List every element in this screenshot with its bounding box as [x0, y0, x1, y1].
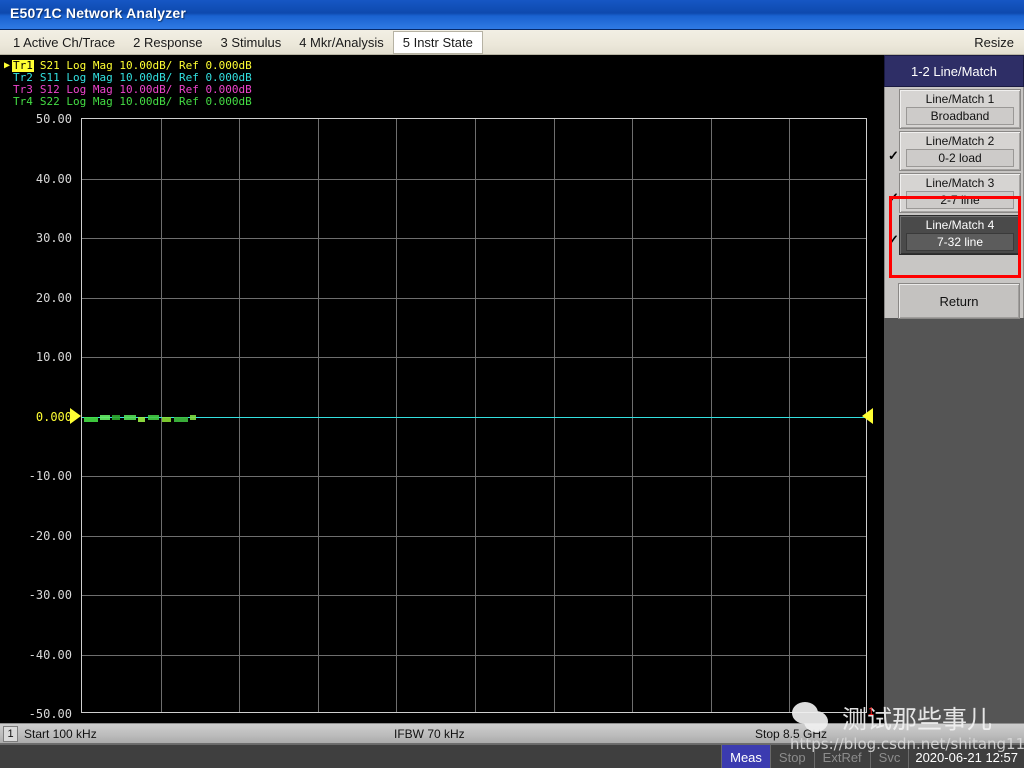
checkmark-icon: ✓: [888, 232, 899, 247]
grid-line-horizontal: [82, 298, 866, 299]
grid-line-vertical: [632, 119, 633, 712]
network-analyzer-window: E5071C Network Analyzer 1 Active Ch/Trac…: [0, 0, 1024, 768]
annotation-marker-1: 1: [868, 706, 875, 718]
softkey-button-4[interactable]: ✓ Line/Match 4 7-32 line: [888, 215, 1021, 255]
trace-noise-segment: [148, 415, 159, 420]
grid-line-vertical: [161, 119, 162, 712]
menu-item-list: 1 Active Ch/Trace 2 Response 3 Stimulus 4 M…: [4, 30, 483, 55]
measurement-screen: ▶ Tr1 S21 Log Mag 10.00dB/ Ref 0.000dB Tr2 S…: [0, 55, 884, 723]
softkey-value[interactable]: 2-7 line: [906, 191, 1014, 209]
start-frequency-label[interactable]: Start 100 kHz: [24, 727, 97, 741]
grid-line-vertical: [789, 119, 790, 712]
bottom-bar-cells: Meas Stop ExtRef Svc 2020-06-21 12:57: [721, 745, 1024, 768]
trace-legend: ▶ Tr1 S21 Log Mag 10.00dB/ Ref 0.000dB Tr2 S…: [2, 60, 872, 108]
title-bar: E5071C Network Analyzer: [0, 0, 1024, 30]
y-axis-tick-label: 0.000: [35, 409, 72, 424]
stop-frequency-label[interactable]: Stop 8.5 GHz: [755, 727, 827, 741]
menu-item-2[interactable]: 2 Response: [124, 30, 211, 55]
status-cell-svc[interactable]: Svc: [869, 745, 909, 768]
status-cell-stop[interactable]: Stop: [769, 745, 814, 768]
grid-line-horizontal: [82, 536, 866, 537]
softkey-value[interactable]: 7-32 line: [906, 233, 1014, 251]
plot-frame: [81, 118, 867, 713]
reference-marker-right[interactable]: [862, 407, 873, 424]
menu-item-1[interactable]: 1 Active Ch/Trace: [4, 30, 124, 55]
menu-item-3[interactable]: 3 Stimulus: [212, 30, 291, 55]
trace-settings-text: S22 Log Mag 10.00dB/ Ref 0.000dB: [39, 95, 252, 108]
trace-noise-segment: [174, 417, 188, 422]
y-axis-tick-label: 30.00: [35, 231, 72, 245]
softkey-label: Line/Match 3: [925, 176, 995, 190]
trace-noise-segment: [162, 417, 171, 422]
softkey-panel-title: 1-2 Line/Match: [884, 55, 1024, 87]
y-axis-tick-label: -50.00: [28, 707, 72, 721]
channel-indicator[interactable]: 1: [3, 726, 18, 742]
grid-line-vertical: [239, 119, 240, 712]
grid-line-horizontal: [82, 655, 866, 656]
trace-noise-segment: [190, 415, 196, 420]
window-title: E5071C Network Analyzer: [10, 5, 187, 21]
bottom-bar: Meas Stop ExtRef Svc 2020-06-21 12:57: [0, 744, 1024, 768]
softkey-label: Line/Match 2: [925, 134, 995, 148]
status-bar: 1 Start 100 kHz IFBW 70 kHz Stop 8.5 GHz: [0, 723, 1024, 744]
grid-line-horizontal: [82, 238, 866, 239]
grid-line-horizontal: [82, 595, 866, 596]
y-axis-tick-label: -20.00: [28, 528, 72, 543]
menu-item-5[interactable]: 5 Instr State: [392, 31, 483, 54]
trace-noise-segment: [138, 417, 145, 422]
checkmark-icon: ✓: [888, 190, 899, 205]
y-axis-tick-label: 40.00: [35, 171, 72, 186]
ifbw-label[interactable]: IFBW 70 kHz: [394, 727, 465, 741]
trace-curve: [82, 417, 866, 418]
y-axis: 50.00 40.00 30.00 20.00 10.00 0.000 -10.00 -20.…: [0, 112, 78, 721]
trace-legend-row[interactable]: Tr4 S22 Log Mag 10.00dB/ Ref 0.000dB: [2, 96, 872, 108]
status-cell-meas[interactable]: Meas: [721, 745, 770, 768]
softkey-button-1[interactable]: Line/Match 1 Broadband: [899, 89, 1021, 129]
grid-line-vertical: [318, 119, 319, 712]
y-axis-tick-label: -10.00: [28, 469, 72, 483]
softkey-value[interactable]: 0-2 load: [906, 149, 1014, 167]
resize-button[interactable]: Resize: [974, 30, 1014, 55]
grid-line-vertical: [554, 119, 555, 712]
y-axis-tick-label: -40.00: [28, 647, 72, 662]
y-axis-tick-label: 20.00: [35, 290, 72, 305]
trace-noise-segment: [112, 415, 120, 420]
grid-line-vertical: [475, 119, 476, 712]
clock-display: 2020-06-21 12:57: [908, 745, 1024, 768]
trace-tag[interactable]: Tr4: [12, 96, 34, 108]
trace-noise-segment: [100, 415, 110, 420]
softkey-label: Line/Match 1: [925, 92, 995, 106]
active-trace-arrow-icon: ▶: [3, 60, 11, 71]
softkey-button-3[interactable]: ✓ Line/Match 3 2-7 line: [888, 173, 1021, 213]
menu-item-4[interactable]: 4 Mkr/Analysis: [290, 30, 393, 55]
trace-noise-segment: [124, 415, 136, 420]
grid-line-vertical: [396, 119, 397, 712]
trace-noise-segment: [84, 417, 98, 422]
y-axis-tick-label: -30.00: [28, 588, 72, 602]
checkmark-icon: ✓: [888, 148, 899, 163]
reference-marker-left[interactable]: [70, 407, 81, 424]
grid-line-horizontal: [82, 357, 866, 358]
status-cell-extref[interactable]: ExtRef: [813, 745, 870, 768]
return-button[interactable]: Return: [898, 283, 1020, 319]
softkey-panel: 1-2 Line/Match Line/Match 1 Broadband ✓ Lin…: [884, 55, 1024, 723]
y-axis-tick-label: 10.00: [35, 350, 72, 364]
softkey-button-2[interactable]: ✓ Line/Match 2 0-2 load: [888, 131, 1021, 171]
softkey-label: Line/Match 4: [925, 218, 995, 232]
softkey-value[interactable]: Broadband: [906, 107, 1014, 125]
menu-bar: 1 Active Ch/Trace 2 Response 3 Stimulus 4 M…: [0, 30, 1024, 55]
grid-line-horizontal: [82, 476, 866, 477]
grid-line-horizontal: [82, 179, 866, 180]
plot-area[interactable]: [81, 118, 867, 713]
y-axis-tick-label: 50.00: [35, 112, 72, 126]
grid-line-vertical: [711, 119, 712, 712]
